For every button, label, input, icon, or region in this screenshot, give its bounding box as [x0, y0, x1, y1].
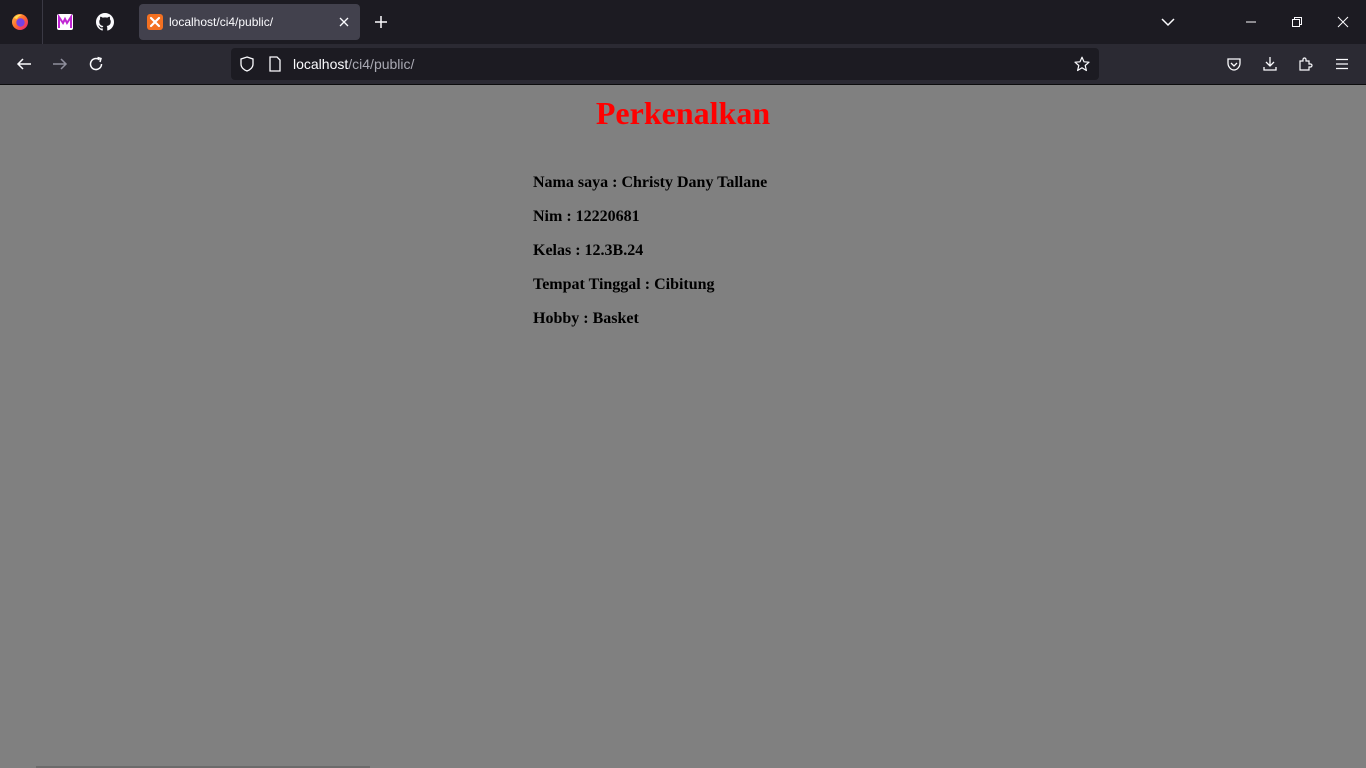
xampp-icon: [147, 14, 163, 30]
pocket-icon[interactable]: [1222, 52, 1246, 76]
page-title: Perkenalkan: [595, 95, 771, 131]
shield-icon[interactable]: [239, 56, 255, 72]
minimize-icon[interactable]: [1237, 8, 1265, 36]
info-hobby: Hobby : Basket: [533, 310, 639, 327]
url-text[interactable]: localhost/ci4/public/: [293, 56, 414, 72]
extensions-puzzle-icon[interactable]: [1294, 52, 1318, 76]
pinned-tab-m-icon[interactable]: [53, 10, 77, 34]
menu-hamburger-icon[interactable]: [1330, 52, 1354, 76]
download-icon[interactable]: [1258, 52, 1282, 76]
firefox-view-icon[interactable]: [8, 10, 32, 34]
profile-info-list: Nama saya : Christy Dany Tallane Nim : 1…: [533, 173, 767, 343]
info-kelas: Kelas : 12.3B.24: [533, 242, 644, 259]
page-icon[interactable]: [267, 56, 283, 72]
reload-icon[interactable]: [84, 52, 108, 76]
new-tab-button[interactable]: [369, 10, 393, 34]
url-host: localhost: [293, 56, 349, 72]
info-tempat-tinggal: Tempat Tinggal : Cibitung: [533, 276, 715, 293]
close-icon[interactable]: [332, 10, 356, 34]
forward-arrow-icon[interactable]: [48, 52, 72, 76]
url-bar[interactable]: localhost/ci4/public/: [231, 48, 1099, 80]
github-icon[interactable]: [93, 10, 117, 34]
tab-localhost[interactable]: localhost/ci4/public/: [139, 4, 360, 40]
list-all-tabs-chevron-down-icon[interactable]: [1154, 8, 1182, 36]
navigation-toolbar: localhost/ci4/public/: [0, 44, 1366, 84]
page-content: Perkenalkan Nama saya : Christy Dany Tal…: [0, 85, 1366, 768]
back-arrow-icon[interactable]: [12, 52, 36, 76]
pinned-tabs-separator: [42, 0, 43, 44]
browser-window: localhost/ci4/public/ localhost/ci4/publ…: [0, 0, 1366, 768]
info-nim: Nim : 12220681: [533, 208, 640, 225]
star-icon[interactable]: [1074, 56, 1090, 72]
info-name: Nama saya : Christy Dany Tallane: [533, 174, 768, 191]
window-close-icon[interactable]: [1329, 8, 1357, 36]
tab-title: localhost/ci4/public/: [169, 15, 274, 29]
restore-icon[interactable]: [1283, 8, 1311, 36]
url-path: /ci4/public/: [348, 56, 415, 72]
tab-strip: localhost/ci4/public/: [0, 0, 1366, 44]
